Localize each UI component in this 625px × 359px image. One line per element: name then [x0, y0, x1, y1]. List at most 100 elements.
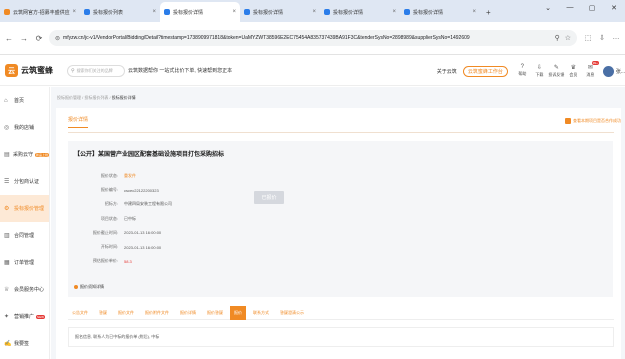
site-info-icon[interactable]: ⊜	[55, 35, 60, 42]
header-action-glyph: ♛	[570, 65, 577, 71]
header-action-1[interactable]: ⇩ 下载	[531, 64, 548, 78]
window-controls: ⌄ — ▢ ✕	[537, 4, 625, 12]
header-action-0[interactable]: ? 帮助	[514, 64, 531, 78]
tab-search-icon[interactable]: ⌄	[537, 4, 559, 12]
tab-list: 云筑网官方-招募丰盛供应 × 投标报价列表 × 投标报价详情 × 投标报价详情 × 投标报价详情…	[0, 0, 480, 22]
close-tab-icon[interactable]: ×	[392, 9, 396, 15]
detail-card: 报价详情 查看本期项目是否合作成功 【公开】某国营产业园区配套基础设施项目打包采…	[56, 108, 621, 359]
sidebar-item-label: 采购云守	[12, 152, 33, 158]
close-window-button[interactable]: ✕	[603, 4, 625, 12]
subtab[interactable]: 报价文件	[114, 306, 138, 320]
workbench-button[interactable]: 云筑蜜蜂工作台	[462, 65, 508, 77]
header-search-input[interactable]: ⚲ 搜索你们关注的品牌	[67, 64, 125, 77]
reload-icon[interactable]: ⟳	[33, 34, 45, 43]
browser-tab[interactable]: 投标报价详情 ×	[320, 2, 400, 22]
sidebar-item[interactable]: ♕ 会员服务中心	[0, 276, 49, 303]
new-tab-button[interactable]: +	[486, 8, 491, 17]
downloads-icon[interactable]: ⇩	[595, 34, 609, 42]
subtab[interactable]: 联系方式	[249, 306, 273, 320]
detail-subtabs: 公告文件 答疑 报价文件 报价附件文件 报价详情 报价答疑 报价 联系方式 答疑澄清公示	[68, 305, 614, 320]
sidebar-item-icon: ⌂	[4, 97, 8, 104]
close-tab-icon[interactable]: ×	[152, 9, 156, 15]
breadcrumb-item[interactable]: 投标报价列表	[84, 95, 108, 100]
about-link[interactable]: 关于云筑	[437, 68, 457, 75]
sidebar-item[interactable]: ◎ 我的店铺	[0, 114, 49, 141]
header-right: 关于云筑 云筑蜜蜂工作台 ? 帮助 ⇩ 下载 ✎ 投诉反馈 ♛ 会员 ✉ 99+ 消息 张...	[437, 56, 625, 86]
header-action-2[interactable]: ✎ 投诉反馈	[548, 64, 565, 78]
close-tab-icon[interactable]: ×	[72, 9, 76, 15]
close-tab-icon[interactable]: ×	[312, 9, 316, 15]
breadcrumb-item[interactable]: 投标报价管理	[57, 95, 81, 100]
sidebar-item-icon: ✍	[4, 341, 12, 347]
header-action-4[interactable]: ✉ 99+ 消息	[582, 61, 599, 78]
header-action-icon: ♛	[571, 64, 576, 71]
avatar[interactable]	[602, 65, 614, 77]
subtab[interactable]: 报价答疑	[203, 306, 227, 320]
header-action-icon: ✎	[554, 64, 559, 71]
close-tab-icon[interactable]: ×	[472, 9, 476, 15]
sidebar-item-icon: ☰	[4, 179, 10, 185]
cooperation-link-label: 查看本期项目是否合作成功	[573, 118, 621, 123]
sidebar-item[interactable]: ✍ 我要签	[0, 330, 49, 357]
field-value: 2023-01-13 16:00:00	[124, 244, 162, 250]
maximize-button[interactable]: ▢	[581, 4, 603, 12]
subtab[interactable]: 报价附件文件	[141, 306, 173, 320]
user-name[interactable]: 张...	[616, 68, 625, 75]
header-action-glyph: ⇩	[536, 65, 542, 71]
browser-tab[interactable]: 投标报价详情 ×	[240, 2, 320, 22]
breadcrumb-current: 投标报价详情	[111, 95, 136, 100]
project-title: 【公开】某国营产业园区配套基础设施项目打包采购招标	[74, 152, 225, 158]
browser-menu-icon[interactable]: …	[609, 34, 623, 42]
field-value: cscec22122200323	[124, 187, 159, 193]
tab-quote-detail[interactable]: 报价详情	[68, 116, 89, 128]
subtab[interactable]: 公告文件	[68, 306, 92, 320]
field-row: 报价截止时间: 2023-01-13 16:00:00	[78, 226, 172, 240]
sidebar-item[interactable]: ✦ 营销推广 NEW	[0, 303, 49, 330]
extensions-icon[interactable]: ⬚	[581, 34, 595, 42]
sidebar-item-icon: ▥	[4, 233, 10, 239]
subtab[interactable]: 报价	[230, 305, 246, 320]
header-action-label: 会员	[569, 72, 578, 77]
sidebar-item-tag: NEW	[36, 314, 46, 319]
logo-mark: 云	[5, 64, 18, 77]
browser-tab[interactable]: 投标报价详情 ×	[160, 2, 240, 22]
field-row: 报价状态: 重发件	[78, 169, 172, 183]
favicon-icon	[324, 9, 330, 15]
project-info-panel: 【公开】某国营产业园区配套基础设施项目打包采购招标 报价状态: 重发件 报价编号: c…	[68, 141, 613, 297]
sidebar-item[interactable]: ⌂ 首页	[0, 87, 49, 114]
breadcrumb: 投标报价管理 / 投标报价列表 / 投标报价详情	[57, 95, 136, 101]
header-action-label: 消息	[586, 72, 595, 77]
subtab[interactable]: 报价详情	[176, 306, 200, 320]
quoted-status-button[interactable]: 已报价	[254, 191, 284, 204]
quote-notice[interactable]: 报价须知详情	[74, 284, 104, 290]
url-bar[interactable]: ⊜ mfyzw.cn/jc-v1/VendorPortal/Bidding/De…	[49, 30, 577, 46]
field-row: 项目状态: 已中标	[78, 212, 172, 226]
browser-tab[interactable]: 云筑网官方-招募丰盛供应 ×	[0, 2, 80, 22]
cooperation-link[interactable]: 查看本期项目是否合作成功	[565, 118, 621, 124]
sidebar-item[interactable]: ▤ 采购云守 新品上线	[0, 141, 49, 168]
close-tab-icon[interactable]: ×	[232, 9, 236, 15]
sidebar-item[interactable]: ⚙ 投标报价管理	[0, 195, 49, 222]
subtab[interactable]: 答疑澄清公示	[276, 306, 308, 320]
header-action-3[interactable]: ♛ 会员	[565, 64, 582, 78]
field-label: 报价截止时间:	[92, 229, 118, 235]
sidebar-item[interactable]: ☰ 分包商认证	[0, 168, 49, 195]
sidebar-item[interactable]: ▥ 合同管理	[0, 222, 49, 249]
minimize-button[interactable]: —	[559, 4, 581, 12]
zoom-icon[interactable]: ⚲	[555, 34, 560, 42]
brand-logo[interactable]: 云 云筑蜜蜂	[5, 64, 53, 77]
sidebar-item[interactable]: ▦ 订单管理	[0, 249, 49, 276]
subtab[interactable]: 答疑	[95, 306, 111, 320]
browser-tab[interactable]: 投标报价详情 ×	[400, 2, 480, 22]
back-icon[interactable]: ←	[3, 34, 15, 43]
info-icon	[565, 118, 571, 124]
url-text[interactable]: mfyzw.cn/jc-v1/VendorPortal/Bidding/Deta…	[63, 35, 550, 41]
forward-icon[interactable]: →	[18, 34, 30, 43]
browser-toolbar-icons: ⬚ ⇩ …	[581, 34, 623, 42]
field-row: 报价编号: cscec22122200323	[78, 183, 172, 197]
bookmark-star-icon[interactable]: ☆	[565, 34, 571, 42]
sidebar-item-tag: 新品上线	[34, 152, 49, 157]
header-action-glyph: ✉	[587, 65, 593, 71]
header-action-glyph: ?	[520, 64, 524, 70]
browser-tab[interactable]: 投标报价列表 ×	[80, 2, 160, 22]
